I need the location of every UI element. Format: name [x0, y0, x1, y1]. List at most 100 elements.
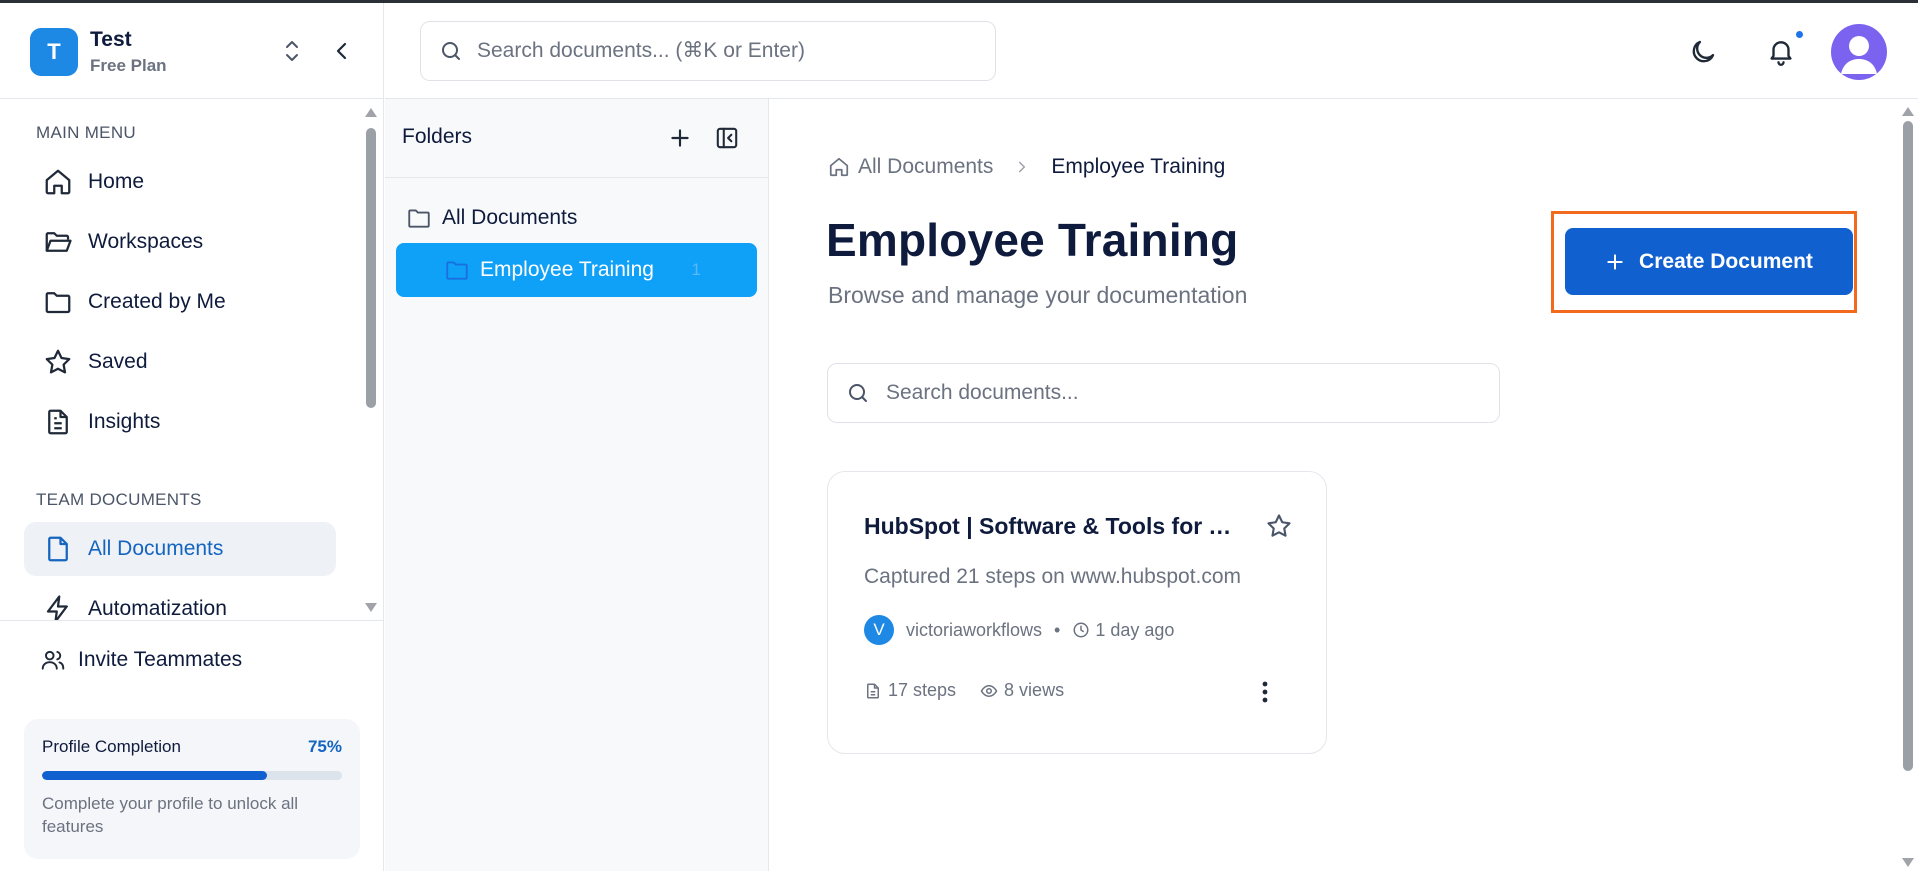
users-icon [41, 650, 65, 670]
user-silhouette-icon [1841, 36, 1877, 74]
invite-teammates-button[interactable]: Invite Teammates [40, 647, 242, 673]
home-icon [42, 166, 74, 198]
document-icon [867, 683, 879, 698]
document-meta: V victoriaworkflows • 1 day ago [864, 615, 1174, 645]
sidebar: T Test Free Plan MAIN MENU Home Workspac… [0, 3, 384, 871]
steps-count: 17 steps [888, 680, 957, 700]
scroll-up-arrow-icon[interactable] [1902, 107, 1914, 116]
page-title: Employee Training [826, 214, 1239, 266]
document-title[interactable]: HubSpot | Software & Tools for Your Busi… [864, 513, 1244, 540]
bell-icon[interactable] [1766, 35, 1796, 67]
scrollbar-thumb[interactable] [1903, 121, 1913, 771]
search-icon [442, 42, 460, 60]
sidebar-item-created-by-me[interactable]: Created by Me [24, 275, 336, 329]
sidebar-item-label: Workspaces [88, 230, 204, 253]
document-search[interactable] [827, 363, 1500, 423]
top-bar [385, 3, 1918, 99]
sidebar-item-label: Saved [88, 350, 148, 373]
scroll-up-arrow-icon[interactable] [365, 108, 377, 117]
folder-count: 1 [691, 260, 701, 279]
collapse-sidebar-icon[interactable] [330, 39, 354, 63]
scrollbar-thumb[interactable] [366, 128, 376, 408]
moon-icon[interactable] [1688, 37, 1718, 67]
workspace-logo: T [30, 28, 78, 76]
document-stats: 17 steps 8 views [864, 680, 1064, 701]
scroll-down-arrow-icon[interactable] [365, 603, 377, 612]
chevron-right-icon [1019, 161, 1026, 173]
plus-icon[interactable] [667, 125, 693, 151]
sidebar-item-automatization[interactable]: Automatization [24, 582, 336, 620]
invite-label: Invite Teammates [78, 648, 243, 671]
page-subtitle: Browse and manage your documentation [828, 282, 1248, 308]
clock-icon [1073, 622, 1089, 638]
eye-icon [980, 684, 998, 697]
global-search[interactable] [420, 21, 996, 81]
sidebar-footer: Invite Teammates Profile Completion 75% … [0, 620, 384, 871]
sidebar-item-workspaces[interactable]: Workspaces [24, 215, 336, 269]
home-icon[interactable] [828, 156, 850, 178]
document-search-input[interactable] [886, 381, 1486, 405]
sidebar-item-label: Automatization [88, 597, 227, 620]
chevron-up-down-icon[interactable] [280, 37, 304, 65]
file-icon [42, 533, 74, 565]
main-content: All Documents Employee Training Employee… [770, 99, 1918, 871]
create-document-label: Create Document [1639, 249, 1813, 273]
views-count: 8 views [1004, 680, 1065, 700]
sidebar-item-label: Created by Me [88, 290, 226, 313]
notification-dot [1794, 29, 1805, 40]
folder-open-icon [42, 226, 74, 258]
folders-header: Folders [385, 99, 769, 178]
folders-title: Folders [402, 125, 473, 148]
workspace-switcher[interactable]: T Test Free Plan [0, 3, 384, 99]
star-icon[interactable] [1265, 512, 1293, 540]
profile-completion-description: Complete your profile to unlock all feat… [42, 794, 299, 836]
folder-item-all-documents[interactable]: All Documents [397, 192, 757, 244]
team-documents-title: TEAM DOCUMENTS [36, 490, 202, 509]
document-card[interactable]: HubSpot | Software & Tools for Your Busi… [827, 471, 1327, 754]
folder-icon [446, 261, 468, 280]
create-document-highlight: Create Document [1551, 211, 1857, 313]
workspace-name: Test [90, 28, 132, 51]
global-search-input[interactable] [477, 39, 977, 63]
folder-icon [42, 286, 74, 318]
breadcrumb: All Documents Employee Training [828, 155, 1225, 179]
sidebar-item-insights[interactable]: Insights [24, 395, 336, 449]
create-document-button[interactable]: Create Document [1565, 228, 1853, 295]
breadcrumb-current: Employee Training [1051, 155, 1226, 178]
main-menu-title: MAIN MENU [36, 123, 136, 142]
scroll-down-arrow-icon[interactable] [1902, 858, 1914, 867]
folders-panel: Folders All Documents Employee Training … [385, 99, 769, 871]
star-icon [42, 346, 74, 378]
profile-completion-title: Profile Completion [42, 737, 181, 756]
folder-icon [408, 209, 430, 228]
sidebar-item-label: Insights [88, 410, 161, 433]
user-avatar[interactable] [1831, 24, 1887, 80]
folder-label: All Documents [442, 206, 578, 229]
collapse-panel-icon[interactable] [714, 125, 740, 151]
more-options-icon[interactable] [1250, 677, 1280, 707]
profile-progress-bar [42, 771, 342, 780]
sidebar-menu: MAIN MENU Home Workspaces Created by Me … [0, 100, 384, 620]
sidebar-item-home[interactable]: Home [24, 155, 336, 209]
sidebar-scrollbar[interactable] [364, 100, 378, 620]
profile-completion-card[interactable]: Profile Completion 75% Complete your pro… [24, 719, 360, 859]
zap-icon [42, 593, 74, 620]
document-icon [42, 406, 74, 438]
profile-completion-percent: 75% [307, 737, 342, 756]
plus-icon [1607, 253, 1623, 270]
sidebar-item-label: All Documents [88, 537, 224, 560]
author-name: victoriaworkflows [906, 619, 1043, 640]
document-time: 1 day ago [1095, 619, 1175, 640]
folder-item-employee-training[interactable]: Employee Training 1 [396, 243, 757, 297]
workspace-plan: Free Plan [90, 56, 167, 75]
document-description: Captured 21 steps on www.hubspot.com [864, 565, 1242, 588]
sidebar-item-label: Home [88, 170, 145, 193]
author-avatar: V [864, 615, 894, 645]
sidebar-item-all-documents[interactable]: All Documents [24, 522, 336, 576]
main-scrollbar[interactable] [1900, 99, 1916, 871]
search-icon [849, 384, 867, 402]
sidebar-item-saved[interactable]: Saved [24, 335, 336, 389]
folder-label: Employee Training [480, 258, 654, 281]
breadcrumb-root-link[interactable]: All Documents [858, 155, 993, 179]
meta-separator: • [1054, 619, 1061, 640]
